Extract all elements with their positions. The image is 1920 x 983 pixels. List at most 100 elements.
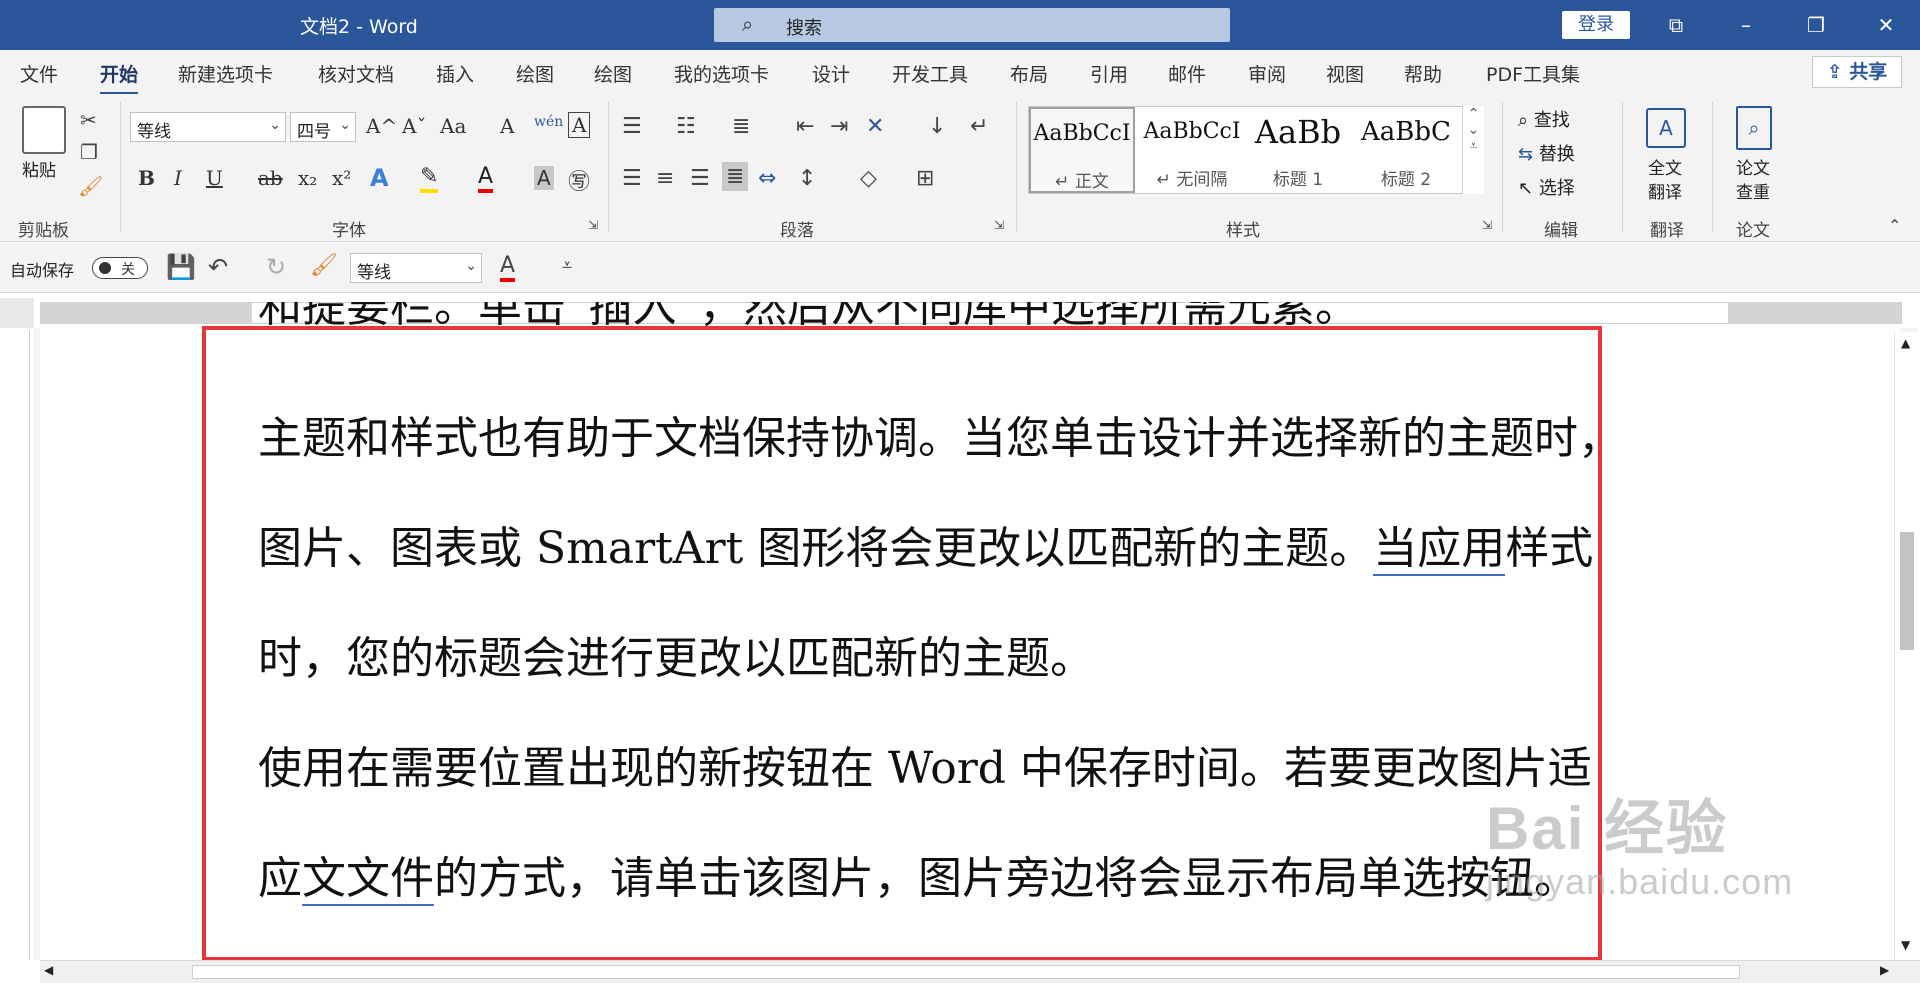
clear-formatting-icon[interactable]: A [500,114,514,138]
translate-label-1[interactable]: 全文 [1648,154,1682,179]
justify-icon[interactable]: ≣ [722,162,749,191]
bullets-icon[interactable]: ☰ [622,114,642,139]
undo-icon[interactable]: ↶ [208,253,228,281]
tab-draw-1[interactable]: 绘图 [516,60,554,87]
tab-new-tab[interactable]: 新建选项卡 [178,60,273,87]
styles-dialog-launcher-icon[interactable]: ⇲ [1482,218,1492,232]
font-name-select[interactable]: 等线 ⌄ [130,112,286,142]
ribbon-display-options-icon[interactable]: ⧉ [1656,8,1696,42]
search-box[interactable]: ⌕ 搜索 [714,8,1230,42]
more-styles-icon[interactable]: ⩡ [1463,138,1484,154]
styles-scroll[interactable]: ⌃ ⌄ ⩡ [1462,106,1484,194]
show-marks-icon[interactable]: ↵ [970,114,988,139]
tab-draw-2[interactable]: 绘图 [594,60,632,87]
style-no-spacing[interactable]: AaBbCcI ↵ 无间隔 [1139,107,1245,193]
borders-icon[interactable]: ⊞ [916,166,934,191]
chevron-down-icon[interactable]: ⌄ [1463,122,1484,138]
tab-home[interactable]: 开始 [100,60,139,95]
scroll-up-icon[interactable]: ▲ [1901,336,1910,350]
tab-selector[interactable] [0,298,34,328]
align-center-icon[interactable]: ≡ [656,166,674,191]
subscript-button[interactable]: x₂ [298,166,317,190]
qat-font-select[interactable]: 等线 ⌄ [350,253,482,283]
tab-pdf-tools[interactable]: PDF工具集 [1486,60,1580,87]
chevron-up-icon[interactable]: ⌃ [1463,106,1484,122]
maximize-icon[interactable]: ❐ [1796,8,1836,42]
paragraph-dialog-launcher-icon[interactable]: ⇲ [994,218,1004,232]
bold-button[interactable]: B [138,166,155,190]
copy-icon[interactable]: ❐ [80,140,98,164]
tab-layout[interactable]: 布局 [1010,60,1048,87]
tab-developer[interactable]: 开发工具 [892,60,968,87]
character-shading-icon[interactable]: A [534,166,554,190]
align-right-icon[interactable]: ☰ [690,166,710,191]
collapse-ribbon-icon[interactable]: ⌃ [1888,216,1901,235]
paper-check-icon[interactable]: ⌕ [1736,106,1772,150]
horizontal-scrollbar[interactable]: ◀ ▶ [40,960,1920,983]
strikethrough-button[interactable]: ab [258,166,283,190]
autosave-toggle[interactable]: 关 [92,257,148,279]
share-button[interactable]: ⇪ 共享 [1812,56,1902,88]
line-spacing-icon[interactable]: ↕ [798,166,816,191]
increase-indent-icon[interactable]: ⇥ [830,114,848,139]
grow-font-icon[interactable]: A^ [366,114,397,138]
font-color-icon[interactable]: A [478,164,494,193]
scroll-down-icon[interactable]: ▼ [1901,938,1910,952]
scroll-left-icon[interactable]: ◀ [44,963,53,977]
paper-check-label-1[interactable]: 论文 [1736,154,1770,179]
distributed-icon[interactable]: ⇔ [758,166,776,191]
find-button[interactable]: ⌕ 查找 [1518,106,1570,132]
italic-button[interactable]: I [174,166,182,190]
tab-references[interactable]: 引用 [1090,60,1128,87]
paper-check-label-2[interactable]: 查重 [1736,178,1770,203]
phonetic-guide-icon[interactable]: wén [534,114,563,130]
paste-label[interactable]: 粘贴 [22,156,56,181]
tab-help[interactable]: 帮助 [1404,60,1442,87]
redo-icon[interactable]: ↻ [266,253,286,281]
chinese-layout-icon[interactable]: ✕ [866,114,884,139]
save-icon[interactable]: 💾 [166,253,196,281]
translate-label-2[interactable]: 翻译 [1648,178,1682,203]
tab-review[interactable]: 审阅 [1248,60,1286,87]
align-left-icon[interactable]: ☰ [622,166,642,191]
scroll-thumb[interactable] [1900,532,1914,650]
tab-my-tab[interactable]: 我的选项卡 [674,60,769,87]
tab-design[interactable]: 设计 [812,60,850,87]
enclose-characters-icon[interactable]: ㊢ [568,164,590,196]
highlight-icon[interactable]: ✎ [420,164,439,193]
shrink-font-icon[interactable]: Aˇ [402,114,426,138]
login-button[interactable]: 登录 [1562,11,1630,39]
scroll-thumb[interactable] [192,965,1740,979]
minimize-icon[interactable]: – [1726,8,1766,42]
styles-gallery[interactable]: AaBbCcI ↵ 正文 AaBbCcI ↵ 无间隔 AaBb 标题 1 AaB… [1028,106,1484,194]
decrease-indent-icon[interactable]: ⇤ [796,114,814,139]
tab-mailings[interactable]: 邮件 [1168,60,1206,87]
tab-proofread[interactable]: 核对文档 [318,60,394,87]
numbering-icon[interactable]: ☷ [676,114,696,139]
tab-file[interactable]: 文件 [20,60,58,87]
font-dialog-launcher-icon[interactable]: ⇲ [588,218,598,232]
qat-font-color-icon[interactable]: A [500,253,516,282]
font-size-select[interactable]: 四号 ⌄ [290,112,356,142]
cut-icon[interactable]: ✂ [80,108,97,132]
close-icon[interactable]: ✕ [1866,8,1906,42]
customize-qat-icon[interactable]: ⩡ [562,255,572,276]
format-painter-icon[interactable]: 🖌 [310,253,338,278]
character-border-icon[interactable]: A [568,112,591,138]
change-case-icon[interactable]: Aa [440,114,466,138]
sort-icon[interactable]: ↓ [928,114,946,139]
superscript-button[interactable]: x² [332,166,351,190]
select-button[interactable]: ↖ 选择 [1518,174,1575,200]
underline-button[interactable]: U [206,166,223,190]
multilevel-list-icon[interactable]: ≣ [732,114,750,139]
style-heading-2[interactable]: AaBbC 标题 2 [1353,107,1459,193]
tab-insert[interactable]: 插入 [436,60,474,87]
translate-icon[interactable]: A [1646,108,1686,148]
scroll-right-icon[interactable]: ▶ [1880,963,1889,977]
replace-button[interactable]: ⇆ 替换 [1518,140,1575,166]
shading-icon[interactable]: ◇ [860,166,877,191]
style-normal[interactable]: AaBbCcI ↵ 正文 [1029,107,1135,193]
tab-view[interactable]: 视图 [1326,60,1364,87]
text-effects-icon[interactable]: A [370,164,389,192]
style-heading-1[interactable]: AaBb 标题 1 [1245,107,1351,193]
